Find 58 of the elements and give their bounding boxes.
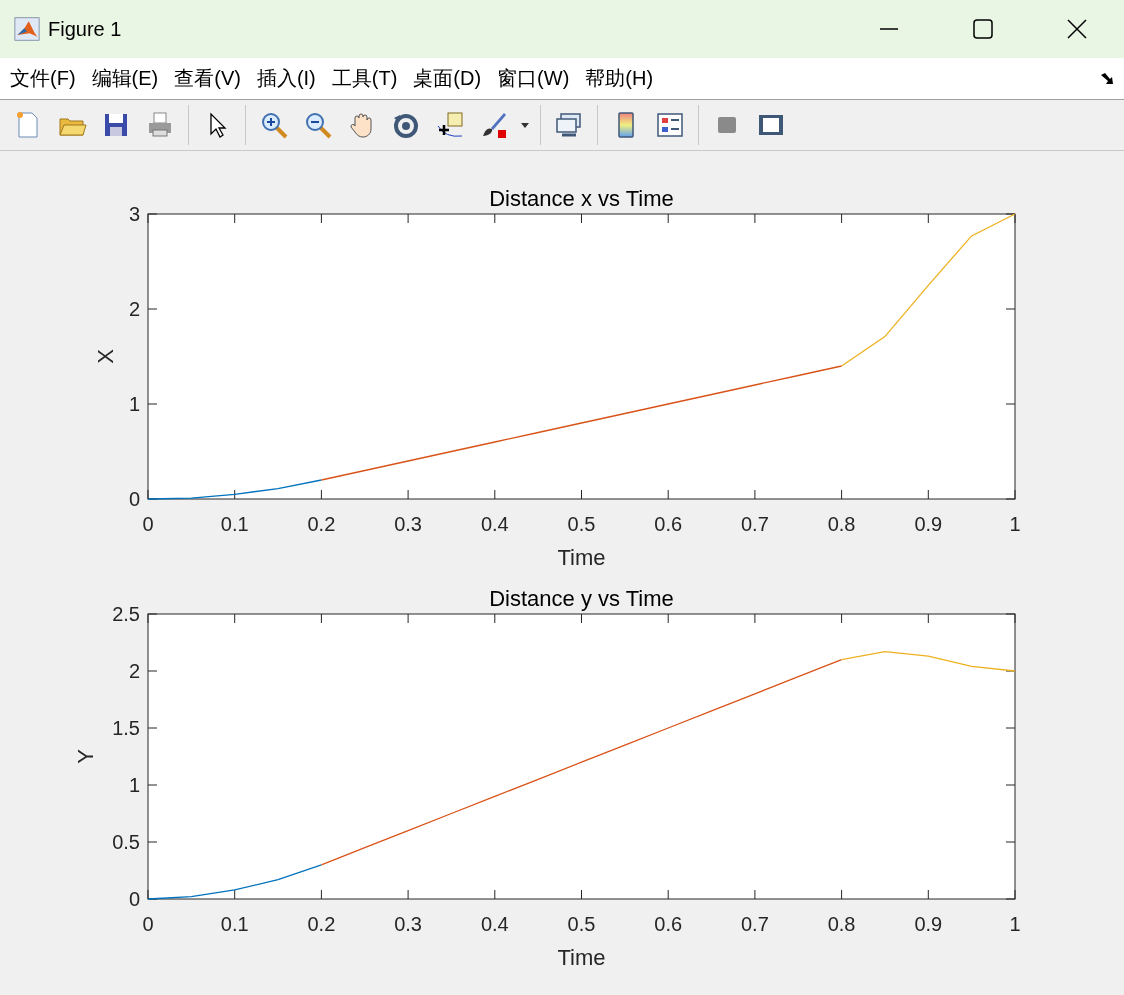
x-tick-label: 0.9 (914, 513, 943, 535)
x-tick-label: 0 (142, 913, 154, 935)
y-tick-label: 1.5 (112, 717, 140, 739)
y-tick-label: 2.5 (112, 603, 140, 625)
close-icon (1066, 18, 1088, 40)
y-tick-label: 0 (128, 488, 140, 510)
y-axis-label: Y (73, 749, 98, 764)
x-tick-label: 0.9 (914, 913, 943, 935)
menu-item[interactable]: 桌面(D) (413, 65, 490, 92)
maximize-icon (972, 18, 994, 40)
menu-item[interactable]: 插入(I) (256, 65, 324, 92)
x-tick-label: 0.2 (307, 513, 336, 535)
linked-windows-icon (554, 110, 584, 140)
legend-icon (655, 110, 685, 140)
app-logo-icon (14, 16, 40, 42)
x-tick-label: 0.6 (654, 513, 683, 535)
y-tick-label: 1 (128, 393, 140, 415)
zoom-out-icon (303, 110, 333, 140)
y-tick-label: 2 (128, 660, 140, 682)
x-tick-label: 1 (1009, 513, 1021, 535)
x-tick-label: 0.2 (307, 913, 336, 935)
y-axis-label: X (93, 349, 118, 364)
y-tick-label: 0.5 (112, 831, 140, 853)
window-title: Figure 1 (48, 17, 123, 41)
menu-item[interactable]: 文件(F) (10, 65, 84, 92)
x-tick-label: 0.1 (220, 513, 249, 535)
y-tick-label: 0 (128, 888, 140, 910)
menu-item[interactable]: 帮助(H) (585, 65, 662, 92)
zoom-in-icon (259, 110, 289, 140)
y-tick-label: 2 (128, 298, 140, 320)
chart-title: Distance y vs Time (489, 586, 674, 611)
x-tick-label: 0.3 (394, 513, 422, 535)
x-axis-label: Time (557, 545, 606, 570)
caret-icon (521, 122, 529, 128)
y-tick-label: 1 (128, 774, 140, 796)
x-tick-label: 0.3 (394, 913, 422, 935)
x-tick-label: 0.6 (654, 913, 683, 935)
x-axis-label: Time (557, 945, 606, 970)
x-tick-label: 0.5 (567, 513, 596, 535)
menu-item[interactable]: 工具(T) (331, 65, 406, 92)
x-tick-label: 0.8 (827, 513, 856, 535)
x-tick-label: 1 (1009, 913, 1021, 935)
menu-item[interactable]: 窗口(W) (497, 65, 578, 92)
x-tick-label: 0 (142, 513, 154, 535)
x-tick-label: 0.4 (480, 913, 509, 935)
x-tick-label: 0.4 (480, 513, 509, 535)
menu-item[interactable]: 查看(V) (174, 65, 249, 92)
x-tick-label: 0.1 (220, 913, 249, 935)
x-tick-label: 0.8 (827, 913, 856, 935)
data-cursor-icon (435, 110, 465, 140)
x-tick-label: 0.7 (741, 513, 769, 535)
x-tick-label: 0.7 (741, 913, 769, 935)
dock-arrow-icon[interactable] (1100, 71, 1116, 86)
minimize-icon (880, 28, 898, 30)
y-tick-label: 3 (128, 203, 140, 225)
chart-title: Distance x vs Time (489, 186, 674, 211)
menu-item[interactable]: 编辑(E) (91, 65, 167, 92)
x-tick-label: 0.5 (567, 913, 596, 935)
